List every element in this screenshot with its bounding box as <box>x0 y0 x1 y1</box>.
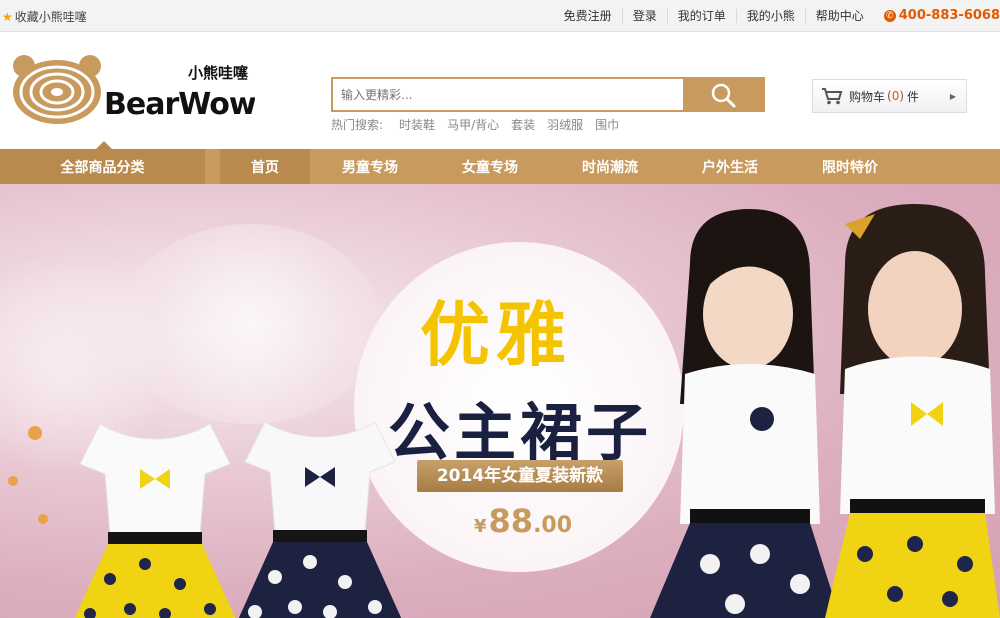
hot-search: 热门搜索: 时装鞋 马甲/背心 套装 羽绒服 围巾 <box>331 116 631 133</box>
main-nav: 全部商品分类 首页 男童专场 女童专场 时尚潮流 户外生活 限时特价 <box>0 141 1000 184</box>
search-input[interactable] <box>333 79 683 110</box>
hot-keyword[interactable]: 马甲/背心 <box>447 116 499 133</box>
top-bar: ★ 收藏小熊哇噻 免费注册 登录 我的订单 我的小熊 帮助中心 ✆ 400-88… <box>0 0 1000 32</box>
hotline: ✆ 400-883-6068 <box>874 8 1000 23</box>
favorite-label: 收藏小熊哇噻 <box>14 10 87 24</box>
yellow-dress-image <box>74 423 236 618</box>
cart-count-close: ) <box>899 89 905 103</box>
phone-icon: ✆ <box>883 9 896 22</box>
cart-unit: 件 <box>907 89 920 104</box>
my-account-link[interactable]: 我的小熊 <box>737 8 806 23</box>
search-button[interactable] <box>683 79 763 110</box>
nav-item-sale[interactable]: 限时特价 <box>790 149 910 184</box>
search-bar <box>331 77 765 112</box>
login-link[interactable]: 登录 <box>623 8 668 23</box>
banner-ribbon: 2014年女童夏装新款 <box>417 460 623 492</box>
banner-title-sub: 公主裙子 <box>388 396 653 469</box>
site-logo[interactable]: 小熊哇噻 BearWow <box>10 52 257 124</box>
caret-up-icon <box>96 141 112 149</box>
hot-keyword[interactable]: 羽绒服 <box>547 116 583 133</box>
banner-title-main: 优雅 <box>420 294 572 376</box>
nav-item-girls[interactable]: 女童专场 <box>430 149 550 184</box>
hot-keyword[interactable]: 套装 <box>511 116 535 133</box>
register-link[interactable]: 免费注册 <box>554 8 623 23</box>
flower-petal <box>120 224 380 424</box>
all-categories-button[interactable]: 全部商品分类 <box>0 141 205 184</box>
flower-bud <box>8 476 18 486</box>
arrow-right-icon: ▶ <box>949 91 956 101</box>
hot-search-label: 热门搜索: <box>331 118 384 132</box>
hot-keyword[interactable]: 时装鞋 <box>399 116 435 133</box>
price-decimal: .00 <box>533 513 573 538</box>
nav-item-boys[interactable]: 男童专场 <box>310 149 430 184</box>
girl-model-navy-image <box>650 209 840 618</box>
bear-logo-icon: 小熊哇噻 BearWow <box>13 55 257 124</box>
price-integer: 88 <box>488 502 534 540</box>
favorite-link[interactable]: ★ 收藏小熊哇噻 <box>2 8 87 25</box>
nav-item-fashion[interactable]: 时尚潮流 <box>550 149 670 184</box>
hotline-number: 400-883-6068 <box>898 8 1000 23</box>
navy-dress-image <box>238 421 402 618</box>
flower-bud <box>28 426 42 440</box>
cart-label: 购物车 <box>849 89 886 104</box>
banner-price: ¥ 88 .00 <box>474 502 572 540</box>
shopping-cart-icon <box>822 88 843 105</box>
cart-button[interactable]: 购物车 ( 0 ) 件 ▶ <box>812 79 967 113</box>
brand-cn: 小熊哇噻 <box>188 64 249 82</box>
all-categories-label: 全部商品分类 <box>60 159 145 176</box>
nav-item-outdoor[interactable]: 户外生活 <box>670 149 790 184</box>
promo-banner[interactable]: 优雅 公主裙子 2014年女童夏装新款 ¥ 88 .00 <box>0 184 1000 618</box>
flower-bud <box>38 514 48 524</box>
star-icon: ★ <box>2 9 13 24</box>
girl-model-yellow-image <box>825 204 1000 618</box>
nav-item-home[interactable]: 首页 <box>220 149 310 184</box>
hot-keyword[interactable]: 围巾 <box>595 116 619 133</box>
price-symbol: ¥ <box>474 516 487 537</box>
search-icon <box>711 83 736 107</box>
brand-en: BearWow <box>104 87 255 122</box>
cart-count: 0 <box>891 89 900 103</box>
my-orders-link[interactable]: 我的订单 <box>668 8 737 23</box>
top-links: 免费注册 登录 我的订单 我的小熊 帮助中心 ✆ 400-883-6068 <box>554 8 1000 23</box>
help-center-link[interactable]: 帮助中心 <box>806 9 874 23</box>
